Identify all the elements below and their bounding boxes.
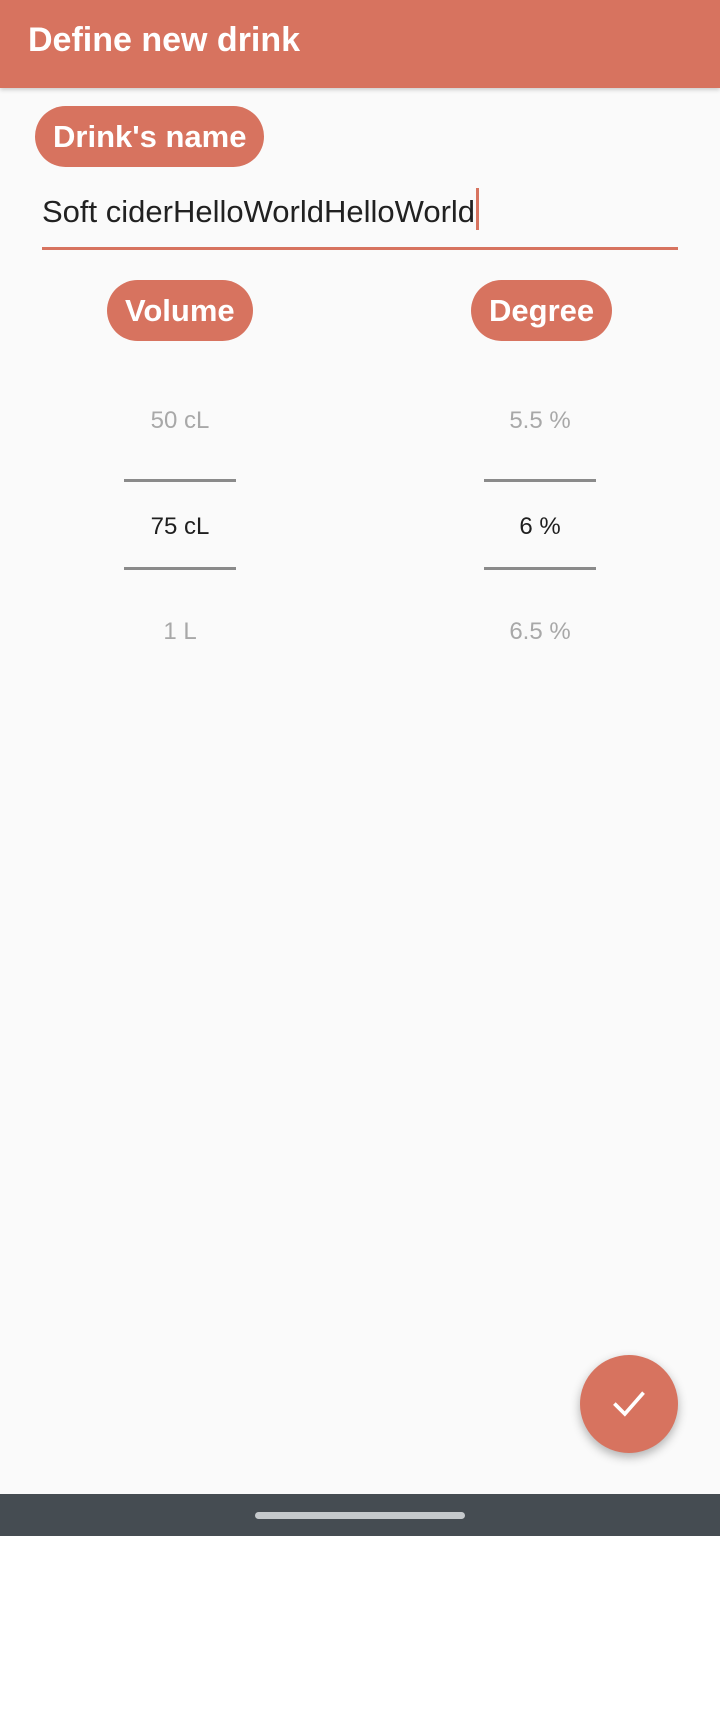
volume-option-previous[interactable]: 50 cL xyxy=(80,401,280,441)
volume-option-selected[interactable]: 75 cL xyxy=(80,507,280,547)
drink-name-label: Drink's name xyxy=(35,106,265,167)
picker-divider xyxy=(124,567,236,570)
gesture-handle[interactable] xyxy=(255,1512,465,1519)
app-screen: Define new drink Drink's name Soft cider… xyxy=(0,0,720,1494)
check-icon xyxy=(613,1391,645,1417)
text-cursor xyxy=(476,188,480,230)
volume-picker[interactable]: 50 cL 75 cL 1 L xyxy=(80,380,280,645)
picker-divider xyxy=(124,479,236,482)
system-nav-bar xyxy=(0,1494,720,1536)
picker-divider xyxy=(484,567,596,570)
degree-picker[interactable]: 5.5 % 6 % 6.5 % xyxy=(440,380,640,645)
drink-name-field[interactable]: Soft ciderHelloWorldHelloWorld xyxy=(42,180,678,250)
degree-option-previous[interactable]: 5.5 % xyxy=(440,401,640,441)
degree-label: Degree xyxy=(471,280,613,341)
page-title: Define new drink xyxy=(28,21,301,59)
degree-option-next[interactable]: 6.5 % xyxy=(440,612,640,652)
volume-label: Volume xyxy=(107,280,253,341)
app-bar: Define new drink xyxy=(0,0,720,88)
confirm-fab-button[interactable] xyxy=(580,1355,678,1453)
drink-name-value: Soft ciderHelloWorldHelloWorld xyxy=(42,194,476,229)
volume-option-next[interactable]: 1 L xyxy=(80,612,280,652)
degree-option-selected[interactable]: 6 % xyxy=(440,507,640,547)
drink-name-input: Soft ciderHelloWorldHelloWorld xyxy=(42,188,480,236)
picker-divider xyxy=(484,479,596,482)
